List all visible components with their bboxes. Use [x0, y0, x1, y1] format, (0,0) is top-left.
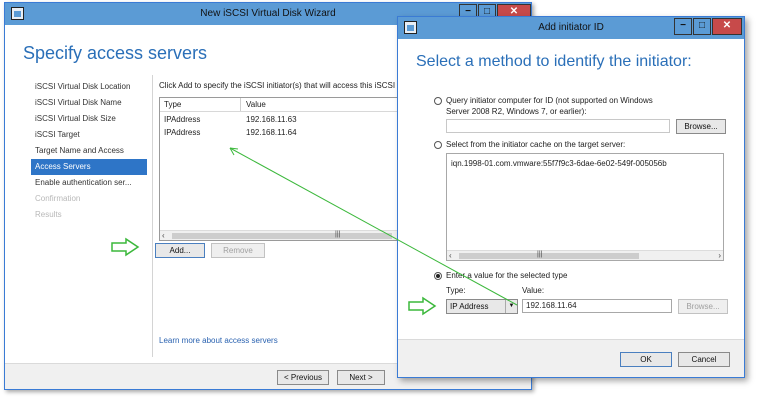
scrollbar-thumb[interactable]: [459, 253, 639, 259]
query-browse-button[interactable]: Browse...: [676, 119, 726, 134]
sidebar-item-target-name-access[interactable]: Target Name and Access: [31, 143, 147, 159]
dialog-maximize-button[interactable]: □: [693, 18, 711, 35]
add-button[interactable]: Add...: [155, 243, 205, 258]
value-input[interactable]: 192.168.11.64: [522, 299, 672, 313]
previous-button[interactable]: < Previous: [277, 370, 329, 385]
dialog-titlebar[interactable]: Add initiator ID − □ ✕: [398, 17, 744, 39]
sidebar-divider: [152, 75, 153, 357]
column-separator[interactable]: [240, 98, 241, 111]
cache-list-scrollbar[interactable]: ‹ ||| ›: [447, 250, 723, 260]
scroll-left-icon[interactable]: ‹: [162, 231, 165, 240]
dialog-footer: OK Cancel: [398, 339, 744, 377]
cache-option-label[interactable]: Select from the initiator cache on the t…: [446, 139, 625, 150]
remove-button[interactable]: Remove: [211, 243, 265, 258]
ok-button[interactable]: OK: [620, 352, 672, 367]
scroll-grip-icon: |||: [335, 231, 341, 238]
enter-value-option-radio[interactable]: [434, 272, 442, 280]
query-option-radio[interactable]: [434, 97, 442, 105]
sidebar-item-disk-name[interactable]: iSCSI Virtual Disk Name: [31, 95, 147, 111]
wizard-steps-sidebar: iSCSI Virtual Disk Location iSCSI Virtua…: [31, 79, 147, 223]
row-type: IPAddress: [164, 128, 201, 137]
chevron-down-icon[interactable]: ▼: [505, 300, 517, 313]
row-value: 192.168.11.63: [246, 115, 297, 124]
scroll-right-icon[interactable]: ›: [718, 251, 721, 260]
dialog-close-button[interactable]: ✕: [712, 18, 742, 35]
page-title: Specify access servers: [23, 43, 208, 63]
scrollbar-thumb[interactable]: [172, 233, 392, 239]
row-value: 192.168.11.64: [246, 128, 297, 137]
column-header-value[interactable]: Value: [246, 100, 266, 109]
scroll-grip-icon: |||: [537, 251, 543, 258]
cache-option-radio[interactable]: [434, 141, 442, 149]
table-row[interactable]: IPAddress 192.168.11.64: [160, 127, 403, 140]
cancel-button[interactable]: Cancel: [678, 352, 730, 367]
column-header-type[interactable]: Type: [164, 100, 181, 109]
value-label: Value:: [522, 286, 545, 295]
enter-value-option-label[interactable]: Enter a value for the selected type: [446, 270, 567, 281]
table-horizontal-scrollbar[interactable]: ‹ |||: [160, 230, 403, 240]
dialog-minimize-button[interactable]: −: [674, 18, 692, 35]
access-servers-table[interactable]: Type Value IPAddress 192.168.11.63 IPAdd…: [159, 97, 404, 241]
table-row[interactable]: IPAddress 192.168.11.63: [160, 114, 403, 127]
sidebar-item-results: Results: [35, 210, 62, 219]
type-label: Type:: [446, 286, 466, 295]
value-browse-button[interactable]: Browse...: [678, 299, 728, 314]
sidebar-item-access-servers[interactable]: Access Servers: [31, 159, 147, 175]
sidebar-item-iscsi-target[interactable]: iSCSI Target: [31, 127, 147, 143]
initiator-cache-list[interactable]: iqn.1998-01.com.vmware:55f7f9c3-6dae-6e0…: [446, 153, 724, 261]
row-type: IPAddress: [164, 115, 201, 124]
sidebar-item-disk-size[interactable]: iSCSI Virtual Disk Size: [31, 111, 147, 127]
next-button[interactable]: Next >: [337, 370, 385, 385]
scroll-left-icon[interactable]: ‹: [449, 251, 452, 260]
type-select-value: IP Address: [450, 302, 489, 311]
sidebar-item-confirmation: Confirmation: [35, 194, 81, 203]
table-header: Type Value: [160, 98, 403, 112]
sidebar-item-authentication[interactable]: Enable authentication ser...: [31, 175, 147, 191]
add-initiator-dialog: Add initiator ID − □ ✕ Select a method t…: [397, 16, 745, 378]
query-option-label-line1[interactable]: Query initiator computer for ID (not sup…: [446, 95, 653, 106]
query-computer-input[interactable]: [446, 119, 670, 133]
dialog-heading: Select a method to identify the initiato…: [416, 53, 692, 70]
type-select[interactable]: IP Address ▼: [446, 299, 518, 314]
query-option-label-line2[interactable]: Server 2008 R2, Windows 7, or earlier):: [446, 106, 587, 117]
list-item[interactable]: iqn.1998-01.com.vmware:55f7f9c3-6dae-6e0…: [451, 159, 667, 168]
learn-more-link[interactable]: Learn more about access servers: [159, 336, 278, 345]
sidebar-item-disk-location[interactable]: iSCSI Virtual Disk Location: [31, 79, 147, 95]
instruction-text: Click Add to specify the iSCSI initiator…: [159, 81, 404, 90]
